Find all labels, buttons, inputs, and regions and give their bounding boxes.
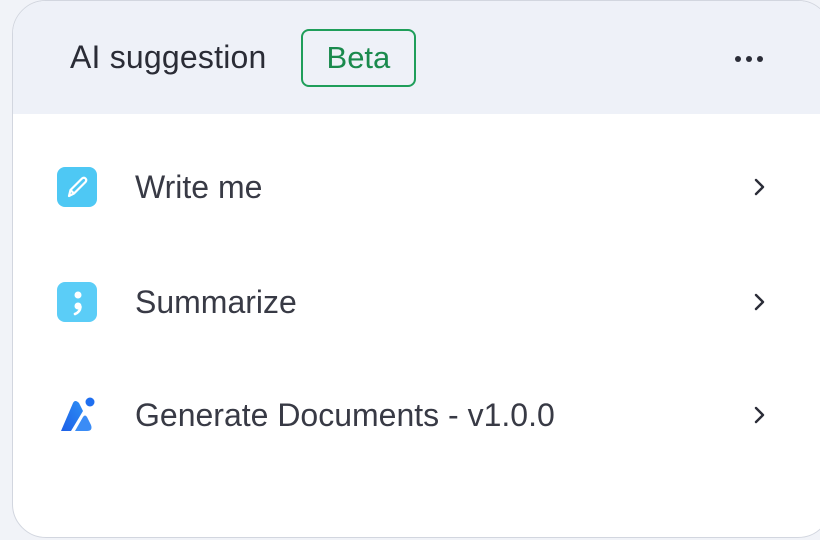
menu-item-summarize[interactable]: Summarize (13, 257, 820, 347)
more-dot (735, 56, 741, 62)
beta-badge: Beta (300, 28, 417, 87)
ai-suggestion-panel: AI suggestion Beta Write me Summarize Ge… (12, 0, 820, 538)
panel-title: AI suggestion (70, 39, 267, 75)
more-options-button[interactable] (729, 39, 769, 79)
panel-header: AI suggestion Beta (13, 1, 820, 114)
menu-item-label: Summarize (135, 283, 297, 320)
menu-item-label: Generate Documents - v1.0.0 (135, 396, 555, 433)
more-dot (757, 56, 763, 62)
ai-logo-icon (61, 397, 95, 431)
chevron-right-icon (754, 293, 765, 311)
chevron-right-icon (754, 406, 765, 424)
chevron-right-icon (754, 178, 765, 196)
more-dot (746, 56, 752, 62)
menu-item-write-me[interactable]: Write me (13, 142, 820, 232)
summarize-icon (57, 282, 97, 322)
menu-item-label: Write me (135, 168, 263, 205)
pencil-icon (57, 167, 97, 207)
menu-item-generate-documents[interactable]: Generate Documents - v1.0.0 (13, 370, 820, 460)
